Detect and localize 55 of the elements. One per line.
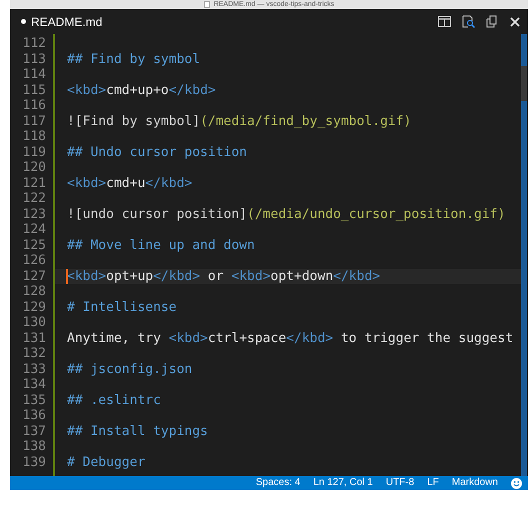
code-line: ## Move line up and down: [67, 238, 255, 253]
code-line: ![Find by symbol](/media/find_by_symbol.gif): [67, 114, 412, 129]
text-cursor: [66, 268, 68, 284]
line-number: 112: [22, 36, 46, 52]
status-item[interactable]: LF: [427, 476, 439, 490]
line-number: 137: [22, 424, 46, 439]
status-item[interactable]: Markdown: [452, 476, 498, 490]
line-number: 136: [22, 408, 46, 424]
code-line: <kbd>cmd+u</kbd>: [67, 176, 192, 191]
line-number: 122: [22, 191, 46, 206]
document-icon[interactable]: [486, 15, 499, 28]
line-number: 138: [22, 439, 46, 454]
status-item[interactable]: UTF-8: [386, 476, 414, 490]
code-line: ## jsconfig.json: [67, 362, 192, 377]
open-changes-icon[interactable]: [462, 15, 475, 28]
code-line: ## Undo cursor position: [67, 144, 248, 160]
line-number: 126: [22, 253, 46, 268]
code-line: # Debugger: [67, 454, 146, 470]
line-number: 117: [22, 114, 46, 129]
line-number: 113: [22, 52, 46, 67]
line-number: 134: [22, 377, 46, 392]
file-icon: [204, 1, 210, 8]
code-line: ## Install typings: [67, 424, 208, 439]
line-number: 116: [22, 98, 46, 114]
line-number: 133: [22, 362, 46, 377]
line-number: 123: [22, 206, 46, 222]
code-line: ## .eslintrc: [67, 392, 161, 408]
status-item[interactable]: Ln 127, Col 1: [313, 476, 373, 490]
line-number: 120: [22, 160, 46, 176]
line-number: 121: [22, 176, 46, 191]
line-number: 125: [22, 238, 46, 253]
line-number: 139: [22, 454, 46, 470]
line-number: 128: [22, 284, 46, 300]
code-line: ## Find by symbol: [67, 52, 200, 67]
line-number: 129: [22, 300, 46, 315]
status-item[interactable]: Spaces: 4: [256, 476, 300, 490]
line-number: 130: [22, 315, 46, 330]
code-line: ![undo cursor position](/media/undo_cursor_position.gif): [67, 206, 506, 222]
line-number: 115: [22, 82, 46, 98]
code-line: <kbd>opt+up</kbd> or <kbd>opt+down</kbd>: [67, 268, 380, 284]
smiley-icon[interactable]: [511, 478, 522, 488]
close-icon[interactable]: [510, 16, 520, 26]
line-number: 135: [22, 392, 46, 408]
line-number: 118: [22, 129, 46, 144]
split-editor-icon[interactable]: [438, 16, 451, 27]
line-number: 124: [22, 222, 46, 238]
line-number: 132: [22, 346, 46, 362]
code-line: # Intellisense: [67, 300, 177, 315]
line-number: 114: [22, 67, 46, 82]
line-number: 127: [22, 268, 46, 284]
line-number: 119: [22, 144, 46, 160]
code-line: Anytime, try <kbd>ctrl+space</kbd> to trigger the suggest: [67, 330, 514, 346]
scrollbar[interactable]: [521, 34, 527, 476]
code-line: <kbd>cmd+up+o</kbd>: [67, 82, 216, 98]
line-number: 131: [22, 330, 46, 346]
